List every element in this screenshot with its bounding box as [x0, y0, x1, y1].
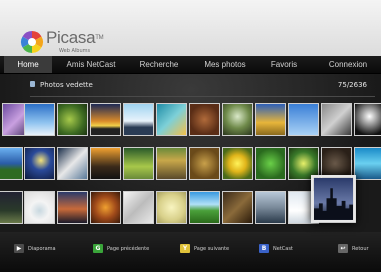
photo-thumbnail[interactable] — [222, 103, 253, 136]
photo-thumbnail[interactable] — [189, 103, 220, 136]
main-nav: Home Amis NetCast Recherche Mes photos F… — [0, 56, 381, 74]
brand-subtitle: Web Albums — [59, 48, 91, 54]
photo-thumbnail[interactable] — [0, 147, 23, 180]
photo-thumbnail[interactable] — [24, 191, 55, 224]
tab-amis-netcast[interactable]: Amis NetCast — [60, 56, 122, 73]
play-icon: ▶ — [14, 244, 24, 253]
photo-thumbnail[interactable] — [90, 103, 121, 136]
header: PicasaTM Web Albums — [0, 0, 381, 56]
photo-thumbnail[interactable] — [24, 147, 55, 180]
photo-thumbnail[interactable] — [156, 103, 187, 136]
legend-label: Page suivante — [194, 246, 230, 252]
blue-key-icon: B — [259, 244, 269, 253]
photo-thumbnail[interactable] — [255, 103, 286, 136]
tab-connexion[interactable]: Connexion — [320, 56, 376, 73]
section-divider — [30, 96, 375, 97]
photo-thumbnail[interactable] — [222, 147, 253, 180]
tab-recherche[interactable]: Recherche — [130, 56, 188, 73]
legend-label: Retour — [352, 246, 369, 252]
photo-thumbnail[interactable] — [354, 147, 381, 180]
photo-thumbnail[interactable] — [189, 191, 220, 224]
photo-thumbnail[interactable] — [156, 147, 187, 180]
photo-thumbnail[interactable] — [57, 147, 88, 180]
photo-thumbnail[interactable] — [255, 147, 286, 180]
album-icon — [30, 81, 35, 87]
picasa-logo-icon — [21, 31, 43, 53]
photo-thumbnail[interactable] — [57, 103, 88, 136]
control-legend: ▶ Diaporama G Page précédente Y Page sui… — [0, 232, 381, 272]
tab-home[interactable]: Home — [4, 56, 52, 73]
photo-thumbnail[interactable] — [90, 147, 121, 180]
photo-thumbnail[interactable] — [189, 147, 220, 180]
photo-thumbnail[interactable] — [24, 103, 55, 136]
photo-thumbnail[interactable] — [321, 103, 352, 136]
legend-label: Page précédente — [107, 246, 150, 252]
photo-thumbnail[interactable] — [0, 191, 23, 224]
selected-photo[interactable] — [311, 175, 356, 223]
trademark: TM — [95, 35, 104, 41]
tab-favoris[interactable]: Favoris — [262, 56, 306, 73]
section-title: Photos vedette — [40, 81, 93, 89]
photo-count: 75/2636 — [337, 81, 367, 89]
photo-thumbnail[interactable] — [123, 147, 154, 180]
skyline-silhouette-icon — [313, 188, 354, 220]
tab-mes-photos[interactable]: Mes photos — [195, 56, 255, 73]
yellow-key-icon: Y — [180, 244, 190, 253]
photo-thumbnail[interactable] — [156, 191, 187, 224]
legend-label: Diaporama — [28, 246, 56, 252]
photo-thumbnail[interactable] — [288, 103, 319, 136]
photo-thumbnail[interactable] — [255, 191, 286, 224]
picasa-screen: PicasaTM Web Albums Home Amis NetCast Re… — [0, 0, 381, 272]
photo-thumbnail[interactable] — [354, 103, 381, 136]
legend-label: NetCast — [273, 246, 293, 252]
brand-name: PicasaTM — [46, 28, 104, 47]
photo-thumbnail[interactable] — [90, 191, 121, 224]
photo-thumbnail[interactable] — [222, 191, 253, 224]
photo-thumbnail[interactable] — [123, 103, 154, 136]
photo-grid — [0, 103, 381, 233]
photo-thumbnail[interactable] — [57, 191, 88, 224]
section-header: Photos vedette 75/2636 — [0, 78, 381, 92]
return-icon: ↩ — [338, 244, 348, 253]
green-key-icon: G — [93, 244, 103, 253]
content-area: Photos vedette 75/2636 — [0, 74, 381, 232]
photo-thumbnail[interactable] — [123, 191, 154, 224]
